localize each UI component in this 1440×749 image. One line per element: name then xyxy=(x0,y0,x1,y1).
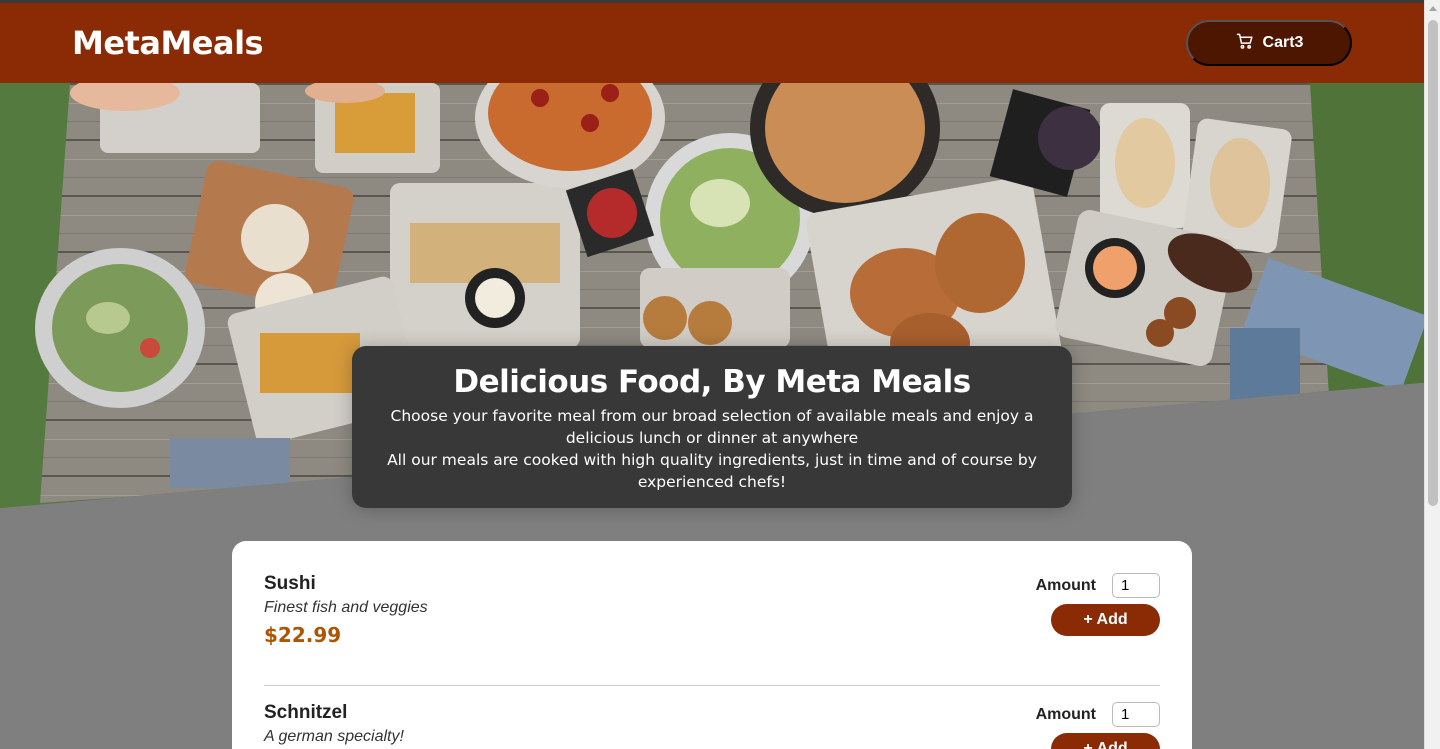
meal-add-form: Amount + Add xyxy=(1036,702,1160,749)
amount-label: Amount xyxy=(1035,576,1096,594)
meal-description: Finest fish and veggies xyxy=(264,599,428,616)
cart-count-badge: 3 xyxy=(1294,34,1304,51)
app-header: MetaMeals Cart3 xyxy=(0,3,1424,83)
cart-button[interactable]: Cart3 xyxy=(1186,20,1352,66)
meal-name: Schnitzel xyxy=(264,702,348,723)
meal-info: Sushi Finest fish and veggies $22.99 xyxy=(264,573,428,685)
meal-add-form: Amount + Add xyxy=(1036,573,1160,685)
meals-list-card: Sushi Finest fish and veggies $22.99 Amo… xyxy=(232,541,1192,749)
meal-item: Schnitzel A german specialty! Amount + A… xyxy=(264,686,1160,749)
add-to-cart-button[interactable]: + Add xyxy=(1051,604,1160,636)
window-top-border xyxy=(0,0,1424,3)
amount-label: Amount xyxy=(1035,705,1096,723)
meal-description: A german specialty! xyxy=(264,728,404,745)
summary-text-1: Choose your favorite meal from our broad… xyxy=(390,407,1034,448)
meal-name: Sushi xyxy=(264,573,316,594)
amount-input[interactable] xyxy=(1112,702,1160,727)
summary-title: Delicious Food, By Meta Meals xyxy=(453,364,971,400)
shopping-cart-icon xyxy=(1235,31,1255,56)
meal-item: Sushi Finest fish and veggies $22.99 Amo… xyxy=(264,571,1160,686)
meal-price: $22.99 xyxy=(264,623,342,647)
brand-logo: MetaMeals xyxy=(72,24,264,62)
amount-input[interactable] xyxy=(1112,573,1160,598)
summary-text-2: All our meals are cooked with high quali… xyxy=(387,451,1037,492)
cart-label: Cart xyxy=(1262,34,1295,51)
amount-row: Amount xyxy=(1036,573,1160,598)
amount-row: Amount xyxy=(1036,702,1160,727)
scrollbar-thumb[interactable] xyxy=(1428,20,1438,506)
add-to-cart-button[interactable]: + Add xyxy=(1051,733,1160,749)
vertical-scrollbar[interactable] xyxy=(1424,0,1440,749)
summary-card: Delicious Food, By Meta Meals Choose you… xyxy=(352,346,1072,508)
scroll-up-arrow-icon[interactable] xyxy=(1429,6,1437,11)
meal-info: Schnitzel A german specialty! xyxy=(264,702,404,749)
